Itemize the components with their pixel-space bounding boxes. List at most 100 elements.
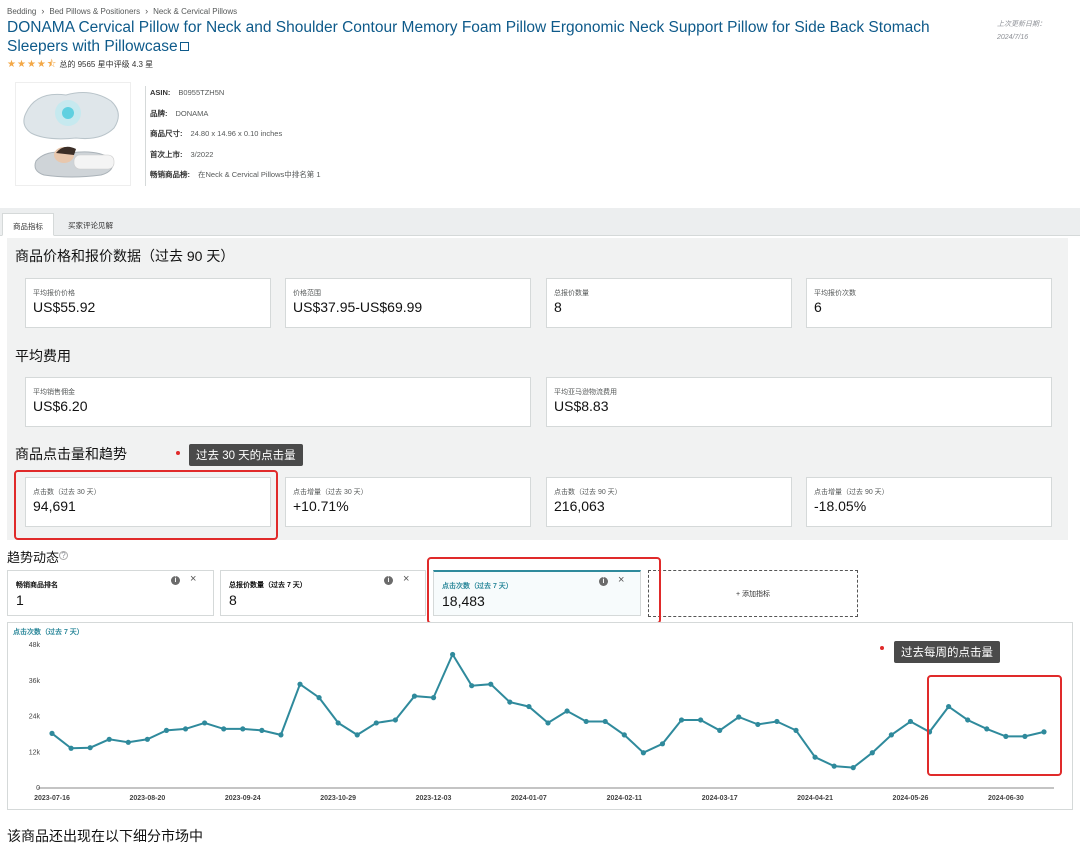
annotation-tooltip: 过去每周的点击量 [894,641,1000,663]
data-point [259,727,265,733]
data-point [507,699,513,705]
x-tick-label: 2024-06-30 [988,795,1024,802]
card-value: -18.05% [814,498,867,514]
x-tick-label: 2023-10-29 [320,795,356,802]
x-tick-label: 2024-01-07 [511,795,547,802]
trend-section: 趋势动态? [7,547,69,566]
info-value: DONAMA [175,108,209,118]
info-row-brand: 品牌: DONAMA [150,107,321,128]
card-value: 216,063 [554,498,605,514]
half-star-icon: ⯪ [46,58,57,70]
data-point [869,750,875,756]
series-line [51,652,1045,769]
card-label: 点击增量（过去 90 天） [814,489,889,496]
x-tick-label: 2023-09-24 [225,795,261,802]
data-point [450,651,456,658]
annotation-highlight [427,557,661,624]
tab-review-insights[interactable]: 买家评论见解 [58,213,123,236]
avg-price-card: 平均报价价格 US$55.92 [25,278,271,328]
offer-count-card: 总报价数量 8 [546,278,792,328]
segments-title: 该商品还出现在以下细分市场中 [7,828,203,844]
price-range-card: 价格范围 US$37.95-US$69.99 [285,278,531,328]
data-point [144,736,150,742]
data-point [240,726,246,732]
x-tick-label: 2024-02-11 [607,795,643,802]
data-point [602,718,608,725]
info-key: 商品尺寸: [150,129,183,138]
breadcrumb: Bedding › Bed Pillows & Positioners › Ne… [7,6,237,16]
breadcrumb-item[interactable]: Bed Pillows & Positioners [49,7,140,16]
data-point [736,714,742,720]
x-tick-label: 2023-08-20 [129,795,165,802]
card-label: 点击增量（过去 30 天） [293,489,368,496]
product-title-link[interactable]: DONAMA Cervical Pillow for Neck and Shou… [7,18,982,56]
metric-card-bsr[interactable]: 畅销商品排名 1 i × [7,570,214,616]
data-point [221,726,227,732]
data-point [354,732,360,738]
data-point [430,695,437,701]
info-icon[interactable]: i [171,576,180,585]
breadcrumb-item[interactable]: Neck & Cervical Pillows [153,7,237,16]
data-point [335,720,341,726]
data-point [68,745,74,751]
data-point [202,720,208,726]
card-label: 平均亚马逊物流费用 [554,389,617,396]
fba-fee-card: 平均亚马逊物流费用 US$8.83 [546,377,1052,427]
data-point [469,683,475,689]
info-key: 品牌: [150,108,168,118]
info-value: B0955TZH5N [178,88,225,97]
metric-card-offers[interactable]: 总报价数量（过去 7 天） 8 i × [220,570,426,616]
card-label: 平均销售佣金 [33,389,75,396]
chevron-right-icon: › [145,6,149,16]
data-point [717,727,723,733]
close-icon[interactable]: × [190,573,196,585]
tab-product-metrics[interactable]: 商品指标 [2,213,54,236]
close-icon[interactable]: × [403,573,409,585]
data-point [278,732,284,738]
info-key: ASIN: [150,88,171,97]
data-point [774,718,780,725]
product-title[interactable]: DONAMA Cervical Pillow for Neck and Shou… [7,19,930,55]
info-value: 3/2022 [190,149,214,159]
card-label: 平均报价次数 [814,290,856,297]
star-icon: ★ [26,58,36,70]
card-label: 总报价数量 [554,290,589,297]
card-value: +10.71% [293,498,349,514]
data-point [659,741,666,747]
avg-offers-card: 平均报价次数 6 [806,278,1052,328]
y-tick-label: 12k [29,749,41,756]
fee-section: 平均费用 平均销售佣金 US$6.20 平均亚马逊物流费用 US$8.83 [7,340,1068,438]
external-link-icon[interactable] [179,42,189,51]
breadcrumb-item[interactable]: Bedding [7,7,36,16]
info-icon[interactable]: i [384,576,393,585]
rating-text: 总的 9565 星中评级 4.3 星 [59,60,154,69]
data-point [583,718,589,725]
y-tick-label: 0 [36,785,40,792]
add-metric-button[interactable]: + 添加指标 [648,570,858,617]
data-point [755,721,761,728]
fee-section-title: 平均费用 [15,348,71,364]
question-icon[interactable]: ? [59,551,69,560]
info-row-launch: 首次上市: 3/2022 [150,148,321,169]
metric-label: 畅销商品排名 [16,582,58,589]
card-value: US$8.83 [554,398,609,414]
x-tick-label: 2024-05-26 [893,795,929,802]
tab-bar: 商品指标 买家评论见解 [0,208,1080,236]
data-point [392,717,398,723]
data-point [698,717,704,723]
star-icon: ★ [7,58,16,70]
data-point [316,695,322,701]
click-section-title: 商品点击量和趋势 [15,446,127,462]
data-point [907,718,914,725]
data-point [831,763,837,769]
data-point [640,750,646,756]
info-row-asin: ASIN: B0955TZH5N [150,86,321,107]
card-value: US$6.20 [33,398,88,414]
card-value: US$37.95-US$69.99 [293,299,423,315]
y-tick-label: 48k [29,642,41,649]
info-value: 在Neck & Cervical Pillows中排名第 1 [198,170,321,179]
metric-value: 8 [229,592,237,608]
data-point [373,720,379,726]
data-point [545,720,551,726]
data-point [125,739,131,745]
